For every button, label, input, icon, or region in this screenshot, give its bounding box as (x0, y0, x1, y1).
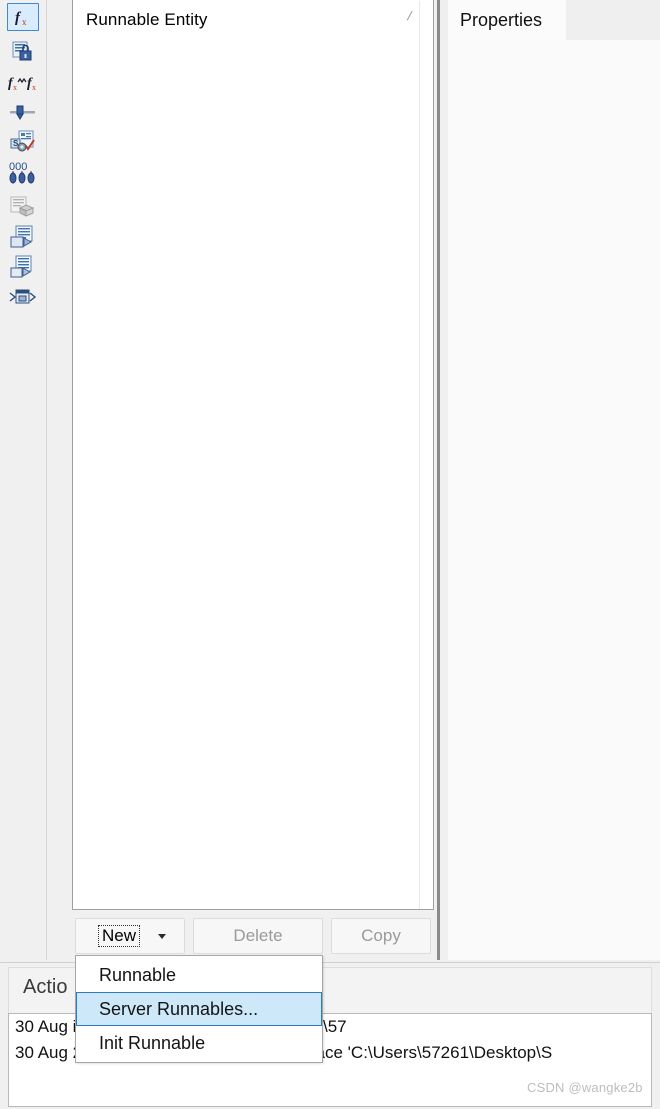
toolbar-item-three-counters[interactable]: 000 (7, 158, 39, 186)
properties-content (448, 40, 660, 960)
interface-connector-icon (9, 287, 37, 307)
chevron-down-icon[interactable] (158, 934, 166, 939)
toolbar-item-function-mapping[interactable]: f x f x (7, 68, 39, 96)
left-toolbar: f x f x f x S 000 (0, 0, 47, 960)
menu-item-runnable[interactable]: Runnable (76, 958, 322, 992)
three-counters-icon: 000 (9, 160, 37, 184)
server-document-check-icon: S (10, 130, 36, 154)
new-button-label: New (98, 925, 141, 947)
properties-panel: Properties (440, 0, 660, 960)
toolbar-item-document-export[interactable] (7, 223, 39, 251)
svg-text:000: 000 (9, 161, 27, 173)
menu-item-label: Runnable (99, 964, 177, 985)
application-window: f x f x f x S 000 Runnable Entity ∕ New … (0, 0, 660, 1109)
copy-button[interactable]: Copy (331, 918, 431, 954)
svg-text:x: x (22, 17, 27, 27)
toolbar-item-document-list-export[interactable] (7, 253, 39, 281)
copy-button-label: Copy (361, 926, 401, 945)
document-lock-icon (11, 40, 35, 62)
document-list-export-icon (10, 255, 36, 279)
function-mapping-fx-icon: f x f x (8, 72, 38, 92)
tab-properties[interactable]: Properties (448, 0, 566, 40)
new-button[interactable]: New (75, 918, 185, 954)
menu-item-server-runnables[interactable]: Server Runnables... (76, 992, 322, 1026)
svg-text:x: x (13, 83, 17, 92)
svg-text:f: f (15, 10, 22, 26)
toolbar-item-function-fx[interactable]: f x (7, 3, 39, 31)
tab-properties-label: Properties (460, 9, 543, 30)
runnable-entity-list-header: Runnable Entity (86, 10, 208, 29)
function-fx-icon: f x (12, 7, 34, 27)
menu-item-init-runnable[interactable]: Init Runnable (76, 1026, 322, 1060)
delete-button-label: Delete (233, 926, 283, 945)
list-action-button-row: New Delete Copy (72, 918, 434, 954)
toolbar-item-slider-parameter[interactable] (7, 98, 39, 126)
menu-item-label: Server Runnables... (99, 998, 259, 1019)
document-export-icon (10, 225, 36, 249)
list-corner-mark-icon: ∕ (408, 7, 412, 24)
document-package-icon (10, 196, 36, 218)
toolbar-item-document-lock[interactable] (7, 37, 39, 65)
menu-item-label: Init Runnable (99, 1032, 206, 1053)
list-vertical-scrollbar[interactable] (419, 1, 432, 909)
tab-actions-label: Actio (23, 976, 68, 998)
toolbar-item-document-package[interactable] (7, 193, 39, 221)
tab-actions[interactable]: Actio (23, 976, 67, 999)
runnable-entity-list-panel[interactable]: Runnable Entity ∕ (72, 0, 434, 910)
delete-button[interactable]: Delete (193, 918, 323, 954)
svg-text:x: x (32, 83, 36, 92)
toolbar-item-interface-connector[interactable] (7, 283, 39, 311)
watermark: CSDN @wangke2b (527, 1080, 643, 1095)
properties-tabstrip: Properties (440, 0, 660, 40)
slider-parameter-icon (9, 103, 37, 121)
new-dropdown-menu[interactable]: Runnable Server Runnables... Init Runnab… (75, 955, 323, 1063)
toolbar-item-server-document-check[interactable]: S (7, 128, 39, 156)
